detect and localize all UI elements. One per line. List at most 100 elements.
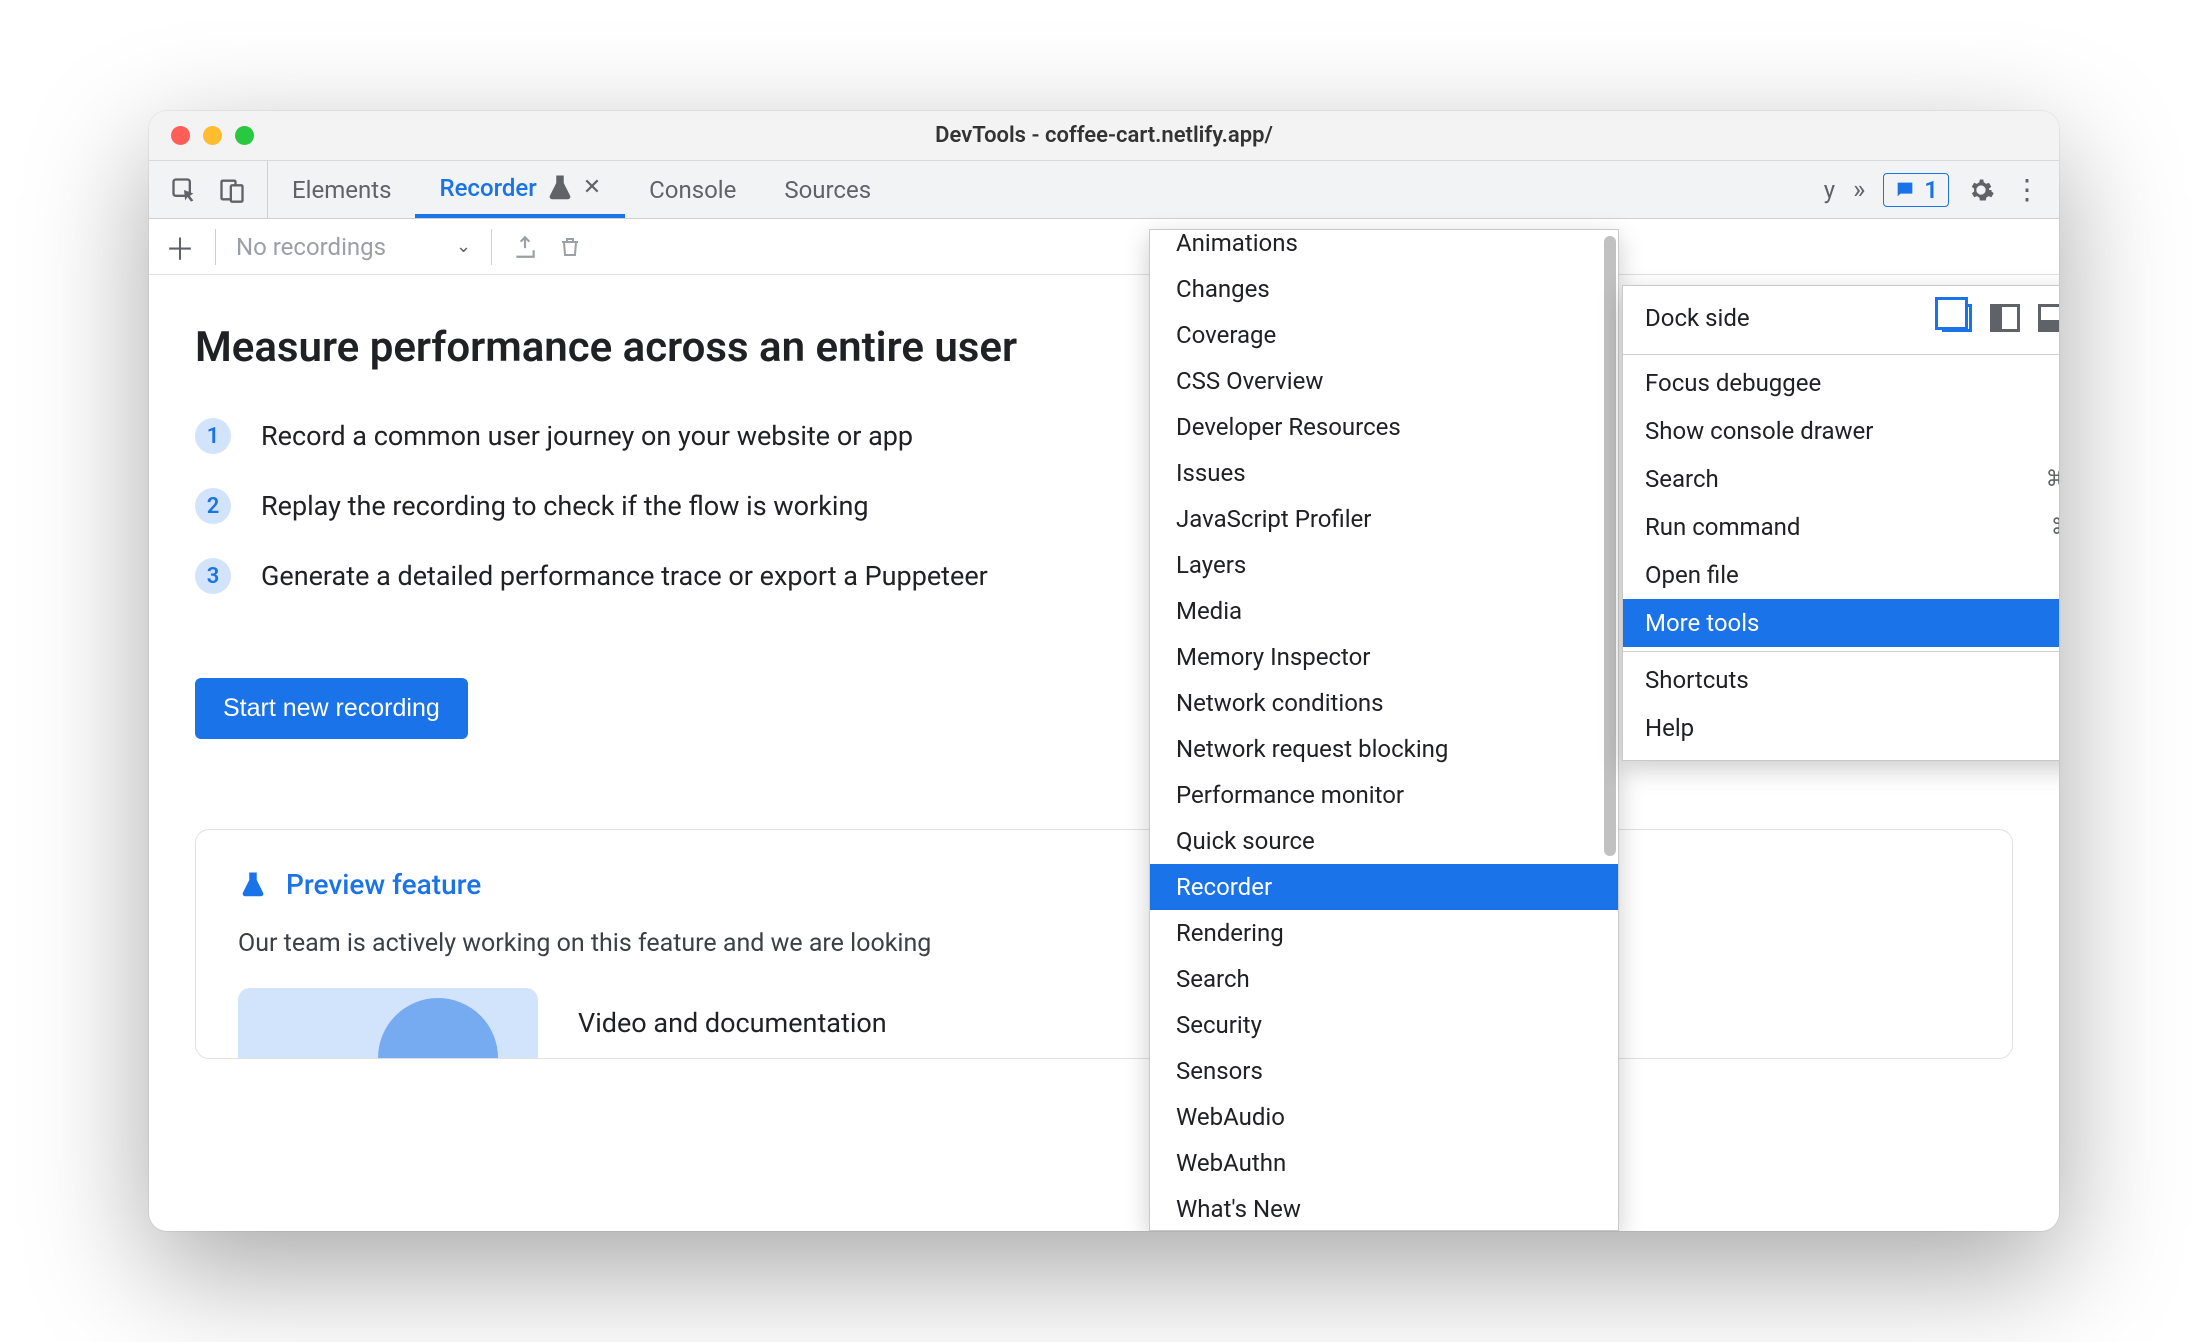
menu-item[interactable]: Run command ⌘ ⇧ P	[1623, 503, 2059, 551]
issues-badge[interactable]: 1	[1883, 173, 1949, 207]
new-recording-icon[interactable]: ＋	[165, 225, 195, 269]
close-window-button[interactable]	[171, 126, 190, 145]
menu-item-label: Run command	[1645, 513, 1800, 541]
menu-separator	[1623, 354, 2059, 355]
window-title: DevTools - coffee-cart.netlify.app/	[149, 123, 2059, 148]
step-number: 3	[195, 558, 231, 594]
submenu-item[interactable]: Issues	[1150, 450, 1618, 496]
panel-tabs: Elements Recorder ✕ Console Sources	[268, 161, 895, 218]
menu-item-label: Open file	[1645, 561, 1739, 589]
tab-console[interactable]: Console	[625, 161, 760, 218]
menu-item[interactable]: Open file⌘ P	[1623, 551, 2059, 599]
submenu-item[interactable]: WebAuthn	[1150, 1140, 1618, 1186]
menu-separator	[1623, 651, 2059, 652]
export-icon[interactable]	[512, 234, 538, 260]
submenu-item[interactable]: Media	[1150, 588, 1618, 634]
step-number: 2	[195, 488, 231, 524]
menu-item[interactable]: Focus debuggee	[1623, 359, 2059, 407]
trash-icon[interactable]	[558, 235, 582, 259]
scrollbar[interactable]	[1604, 236, 1616, 1226]
flask-icon	[545, 173, 575, 203]
submenu-item[interactable]: Sensors	[1150, 1048, 1618, 1094]
preview-title: Preview feature	[286, 868, 481, 901]
close-tab-icon[interactable]: ✕	[583, 175, 601, 200]
dock-undock-icon[interactable]	[1942, 304, 1972, 332]
submenu-item[interactable]: What's New	[1150, 1186, 1618, 1231]
tab-label: Console	[649, 176, 736, 204]
submenu-item[interactable]: Recorder	[1150, 864, 1618, 910]
menu-item-label: Focus debuggee	[1645, 369, 1821, 397]
step-text: Record a common user journey on your web…	[261, 420, 913, 452]
submenu-item[interactable]: WebAudio	[1150, 1094, 1618, 1140]
dock-side-options	[1942, 304, 2059, 332]
submenu-item[interactable]: Network request blocking	[1150, 726, 1618, 772]
message-icon	[1894, 179, 1916, 201]
recordings-dropdown[interactable]: No recordings ⌄	[236, 233, 471, 261]
menu-item-label: Show console drawer	[1645, 417, 1873, 445]
menu-item-shortcut: ⌘ ⇧ P	[2051, 515, 2059, 540]
recorder-toolbar: ＋ No recordings ⌄	[149, 219, 2059, 275]
step-text: Replay the recording to check if the flo…	[261, 490, 869, 522]
submenu-item[interactable]: Security	[1150, 1002, 1618, 1048]
kebab-menu-icon[interactable]: ⋮	[2013, 173, 2041, 206]
start-recording-button[interactable]: Start new recording	[195, 678, 468, 739]
submenu-item[interactable]: CSS Overview	[1150, 358, 1618, 404]
submenu-item[interactable]: Changes	[1150, 266, 1618, 312]
dock-side-label: Dock side	[1645, 304, 1750, 332]
video-label: Video and documentation	[578, 1007, 887, 1039]
divider	[491, 229, 492, 265]
menu-item-label: More tools	[1645, 609, 1759, 637]
divider	[215, 229, 216, 265]
traffic-lights	[149, 126, 254, 145]
tab-elements[interactable]: Elements	[268, 161, 415, 218]
scrollbar-thumb[interactable]	[1604, 236, 1616, 856]
submenu-item[interactable]: Rendering	[1150, 910, 1618, 956]
devtools-window: DevTools - coffee-cart.netlify.app/ Elem…	[149, 111, 2059, 1231]
menu-item[interactable]: Shortcuts	[1623, 656, 2059, 704]
dock-bottom-icon[interactable]	[2038, 304, 2059, 332]
menu-item-label: Shortcuts	[1645, 666, 1749, 694]
menu-item[interactable]: Show console drawerEsc	[1623, 407, 2059, 455]
dock-left-icon[interactable]	[1990, 304, 2020, 332]
more-tools-submenu: AnimationsChangesCoverageCSS OverviewDev…	[1149, 229, 1619, 1231]
menu-item[interactable]: Help▶	[1623, 704, 2059, 752]
preview-body: Our team is actively working on this fea…	[238, 929, 1970, 958]
main-menu: Dock side Focus debuggee Show console dra…	[1622, 285, 2059, 761]
submenu-item[interactable]: Network conditions	[1150, 680, 1618, 726]
video-thumbnail[interactable]	[238, 988, 538, 1058]
submenu-item[interactable]: Developer Resources	[1150, 404, 1618, 450]
submenu-item[interactable]: Animations	[1150, 229, 1618, 266]
menu-item[interactable]: Search ⌘ ⌥ F	[1623, 455, 2059, 503]
menu-item-label: Help	[1645, 714, 1694, 742]
submenu-item[interactable]: JavaScript Profiler	[1150, 496, 1618, 542]
zoom-window-button[interactable]	[235, 126, 254, 145]
submenu-item[interactable]: Layers	[1150, 542, 1618, 588]
submenu-item[interactable]: Quick source	[1150, 818, 1618, 864]
menu-item-shortcut: ⌘ ⌥ F	[2046, 467, 2059, 492]
submenu-item[interactable]: Search	[1150, 956, 1618, 1002]
more-tabs-icon[interactable]: »	[1853, 175, 1865, 205]
tab-label: Recorder	[439, 174, 536, 202]
menu-item-label: Search	[1645, 465, 1719, 493]
tab-label: Sources	[784, 176, 871, 204]
devtools-tabstrip: Elements Recorder ✕ Console Sources y » …	[149, 161, 2059, 219]
tab-label: Elements	[292, 176, 391, 204]
tab-sources[interactable]: Sources	[760, 161, 895, 218]
minimize-window-button[interactable]	[203, 126, 222, 145]
submenu-item[interactable]: Performance monitor	[1150, 772, 1618, 818]
recordings-dropdown-label: No recordings	[236, 233, 386, 261]
inspect-element-icon[interactable]	[169, 175, 199, 205]
issues-count: 1	[1924, 176, 1938, 204]
step-number: 1	[195, 418, 231, 454]
preview-feature-card: Preview feature Our team is actively wor…	[195, 829, 2013, 1059]
menu-more-tools[interactable]: More tools ▶	[1623, 599, 2059, 647]
settings-icon[interactable]	[1967, 176, 1995, 204]
step-text: Generate a detailed performance trace or…	[261, 560, 988, 592]
submenu-item[interactable]: Coverage	[1150, 312, 1618, 358]
tab-recorder[interactable]: Recorder ✕	[415, 161, 625, 218]
device-toolbar-icon[interactable]	[217, 175, 247, 205]
overflow-tab-label[interactable]: y	[1824, 176, 1835, 204]
titlebar: DevTools - coffee-cart.netlify.app/	[149, 111, 2059, 161]
submenu-item[interactable]: Memory Inspector	[1150, 634, 1618, 680]
flask-icon	[238, 870, 268, 900]
